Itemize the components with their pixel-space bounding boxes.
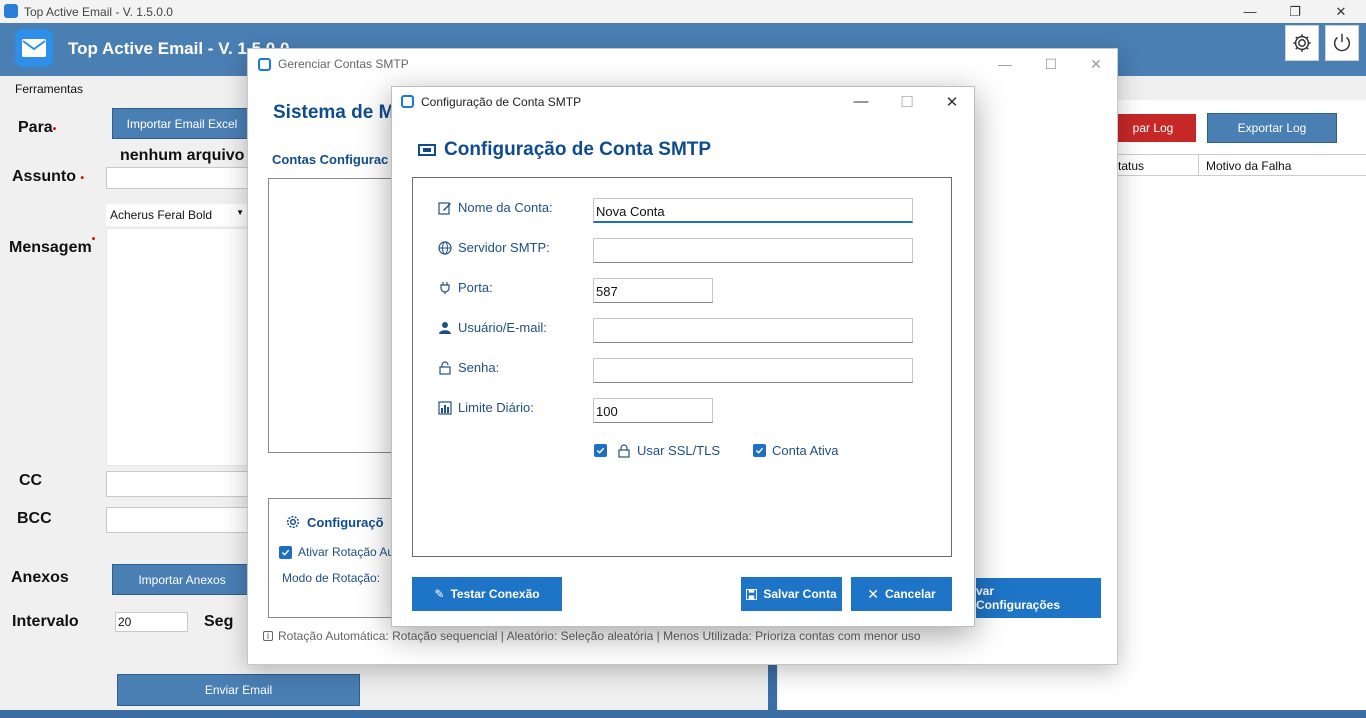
shield-lock-icon xyxy=(618,443,630,458)
window-icon xyxy=(401,95,414,108)
info-icon: i xyxy=(263,631,273,642)
checkbox-checked[interactable] xyxy=(753,444,766,457)
accounts-label: Contas Configurac xyxy=(272,152,389,167)
close-icon: ✕ xyxy=(867,585,880,602)
globe-icon xyxy=(438,240,452,255)
smtp-config-dialog: Configuração de Conta SMTP — ☐ ✕ Configu… xyxy=(391,86,975,627)
app-icon xyxy=(4,4,18,18)
col-status: tatus xyxy=(1118,159,1145,173)
test-connection-button[interactable]: ✎ Testar Conexão xyxy=(412,577,562,611)
close-button[interactable]: ✕ xyxy=(1318,0,1364,23)
mensagem-label: Mensagem• xyxy=(9,234,96,256)
user-label: Usuário/E-mail: xyxy=(438,320,547,335)
config-maximize-button[interactable]: ☐ xyxy=(884,87,930,116)
config-close-button[interactable]: ✕ xyxy=(929,87,975,116)
seg-label: Seg xyxy=(204,613,234,630)
rotation-config-title: Configuraçõ xyxy=(285,514,384,530)
ssl-checkbox[interactable]: Usar SSL/TLS xyxy=(594,443,720,458)
bcc-input[interactable] xyxy=(106,507,251,533)
window-icon xyxy=(258,58,271,71)
port-input[interactable]: 587 xyxy=(593,278,713,303)
cc-input[interactable] xyxy=(106,471,251,497)
server-input[interactable] xyxy=(593,238,913,263)
power-icon xyxy=(1333,33,1351,52)
config-heading: Configuração de Conta SMTP xyxy=(418,139,711,161)
rotation-checkbox[interactable]: Ativar Rotação Au xyxy=(279,545,394,559)
export-log-button[interactable]: Exportar Log xyxy=(1207,113,1337,143)
no-file-text: nenhum arquivo xyxy=(120,147,245,164)
manager-close-button[interactable]: ✕ xyxy=(1073,49,1119,79)
envelope-icon xyxy=(418,144,436,156)
manager-maximize-button[interactable]: ☐ xyxy=(1028,49,1074,79)
manager-minimize-button[interactable]: — xyxy=(982,49,1028,79)
config-form-panel: Nome da Conta: Nova Conta Servidor SMTP:… xyxy=(412,177,952,557)
password-label: Senha: xyxy=(438,360,499,375)
log-table-header: tatus Motivo da Falha xyxy=(1110,154,1366,176)
window-title: Top Active Email - V. 1.5.0.0 xyxy=(24,5,173,19)
rotation-info: i Rotação Automática: Rotação sequencial… xyxy=(263,629,921,643)
name-label: Nome da Conta: xyxy=(438,200,553,215)
bcc-label: BCC xyxy=(17,510,52,527)
minimize-button[interactable]: — xyxy=(1227,0,1273,23)
bar-chart-icon xyxy=(438,400,452,415)
manager-title: Gerenciar Contas SMTP xyxy=(278,57,409,71)
save-icon xyxy=(746,588,758,600)
config-title: Configuração de Conta SMTP xyxy=(421,95,582,109)
rotation-config-panel: Configuraçõ Ativar Rotação Au Modo de Ro… xyxy=(268,498,398,618)
font-select[interactable]: Acherus Feral Bold ▼ xyxy=(106,204,249,226)
accounts-list[interactable] xyxy=(268,178,398,453)
save-config-button[interactable]: var Configurações xyxy=(976,578,1101,618)
main-titlebar: Top Active Email - V. 1.5.0.0 — ❐ ✕ xyxy=(0,0,1366,23)
cc-label: CC xyxy=(19,472,43,489)
limit-label: Limite Diário: xyxy=(438,400,534,415)
lock-icon xyxy=(439,360,451,375)
power-button[interactable] xyxy=(1325,25,1359,61)
edit-icon xyxy=(438,201,451,215)
import-excel-button[interactable]: Importar Email Excel xyxy=(112,108,252,139)
checkbox-checked[interactable] xyxy=(279,545,292,559)
assunto-input[interactable] xyxy=(106,167,251,189)
limit-input[interactable]: 100 xyxy=(593,398,713,423)
settings-button[interactable] xyxy=(1285,25,1319,61)
name-input[interactable]: Nova Conta xyxy=(593,198,913,223)
plug-icon xyxy=(440,281,450,294)
clear-log-button[interactable]: par Log xyxy=(1110,114,1196,142)
status-bar xyxy=(0,710,1366,718)
user-icon xyxy=(439,321,451,334)
config-minimize-button[interactable]: — xyxy=(838,87,884,116)
rotation-mode-label: Modo de Rotação: xyxy=(282,571,381,585)
user-input[interactable] xyxy=(593,318,913,343)
save-account-button[interactable]: Salvar Conta xyxy=(741,577,842,611)
intervalo-input[interactable]: 20 xyxy=(115,612,188,632)
menu-ferramentas[interactable]: Ferramentas xyxy=(15,82,83,96)
cancel-button[interactable]: ✕ Cancelar xyxy=(851,577,952,611)
checkbox-checked[interactable] xyxy=(594,444,607,457)
manager-heading: Sistema de M xyxy=(273,102,395,123)
active-checkbox[interactable]: Conta Ativa xyxy=(753,443,839,458)
gear-icon xyxy=(286,515,300,529)
intervalo-label: Intervalo xyxy=(12,613,79,630)
pencil-icon: ✎ xyxy=(434,587,445,601)
server-label: Servidor SMTP: xyxy=(438,240,550,255)
para-label: Para• xyxy=(18,119,57,136)
password-input[interactable] xyxy=(593,358,913,383)
assunto-label: Assunto • xyxy=(12,168,84,185)
anexos-label: Anexos xyxy=(11,569,69,586)
col-motivo: Motivo da Falha xyxy=(1206,159,1292,173)
send-email-button[interactable]: Enviar Email xyxy=(117,674,360,706)
mail-icon xyxy=(15,29,53,67)
restore-button[interactable]: ❐ xyxy=(1272,0,1318,23)
message-editor[interactable] xyxy=(106,228,251,466)
import-anexos-button[interactable]: Importar Anexos xyxy=(112,564,252,595)
port-label: Porta: xyxy=(438,280,493,295)
gear-icon xyxy=(1293,34,1311,52)
